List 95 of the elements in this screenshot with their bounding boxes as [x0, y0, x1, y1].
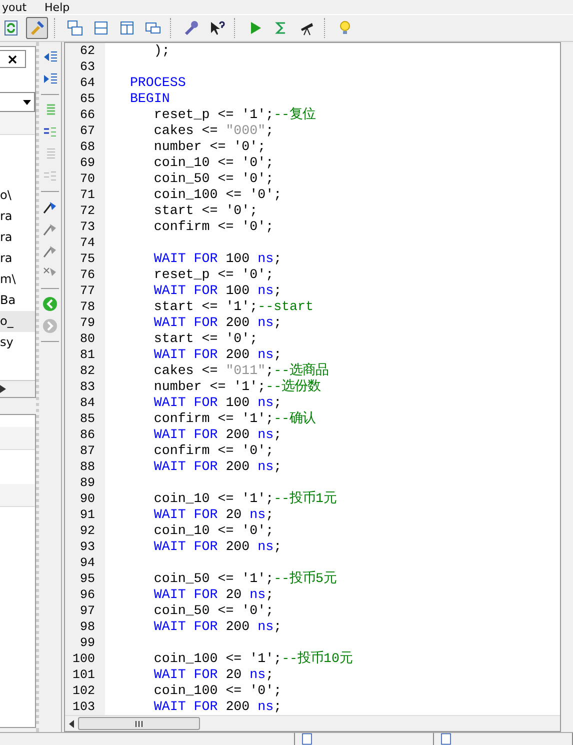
- line-number: 65: [65, 91, 105, 107]
- line-number: 90: [65, 491, 105, 507]
- scroll-right-icon[interactable]: [0, 385, 6, 393]
- list-item[interactable]: o_: [0, 311, 35, 332]
- line-number: 95: [65, 571, 105, 587]
- code-line: coin_100 <= '0';: [152, 683, 282, 699]
- grip-icon: [134, 720, 144, 726]
- code-line: WAIT FOR 20 ns;: [152, 667, 274, 683]
- line-number: 85: [65, 411, 105, 427]
- line-number: 88: [65, 459, 105, 475]
- hammer-icon[interactable]: [26, 17, 48, 39]
- code-line: coin_10 <= '0';: [152, 523, 274, 539]
- line-number: 62: [65, 43, 105, 59]
- code-editor[interactable]: [64, 42, 561, 732]
- line-number: 70: [65, 171, 105, 187]
- line-number: 81: [65, 347, 105, 363]
- code-line: coin_50 <= '1';--投币5元: [152, 571, 337, 587]
- code-line: coin_100 <= '1';--投币10元: [152, 651, 352, 667]
- code-line: start <= '0';: [152, 203, 258, 219]
- code-line: reset_p <= '1';--复位: [152, 107, 316, 123]
- code-line: WAIT FOR 200 ns;: [152, 699, 282, 715]
- line-number: 64: [65, 75, 105, 91]
- line-number: 63: [65, 59, 105, 75]
- line-number: 82: [65, 363, 105, 379]
- document-icon: [301, 733, 314, 745]
- line-number: 68: [65, 139, 105, 155]
- code-line: confirm <= '1';--确认: [152, 411, 316, 427]
- line-number: 75: [65, 251, 105, 267]
- line-number: 77: [65, 283, 105, 299]
- code-line: number <= '0';: [152, 139, 266, 155]
- code-line: cakes <= "011";--选商品: [152, 363, 329, 379]
- code-line: reset_p <= '0';: [152, 267, 274, 283]
- scroll-left-icon[interactable]: [69, 720, 74, 728]
- line-number: 79: [65, 315, 105, 331]
- line-number: 93: [65, 539, 105, 555]
- code-line: WAIT FOR 100 ns;: [152, 395, 282, 411]
- line-number: 74: [65, 235, 105, 251]
- code-line: confirm <= '0';: [152, 443, 274, 459]
- line-number: 103: [65, 699, 105, 715]
- code-line: coin_50 <= '0';: [152, 171, 274, 187]
- code-line: WAIT FOR 200 ns;: [152, 347, 282, 363]
- document-icon: [440, 733, 452, 745]
- code-line: WAIT FOR 20 ns;: [152, 507, 274, 523]
- back-arrow-icon[interactable]: [41, 295, 59, 313]
- line-number: 72: [65, 203, 105, 219]
- line-number: 92: [65, 523, 105, 539]
- line-number: 97: [65, 603, 105, 619]
- code-line: WAIT FOR 20 ns;: [152, 587, 274, 603]
- code-line: WAIT FOR 100 ns;: [152, 283, 282, 299]
- code-line: BEGIN: [128, 91, 170, 107]
- code-line: cakes <= "000";: [152, 123, 274, 139]
- line-number: 86: [65, 427, 105, 443]
- line-number: 78: [65, 299, 105, 315]
- line-number: 99: [65, 635, 105, 651]
- menu-item[interactable]: yout: [2, 0, 27, 14]
- line-number: 96: [65, 587, 105, 603]
- code-line: WAIT FOR 200 ns;: [152, 315, 282, 331]
- line-number: 87: [65, 443, 105, 459]
- line-number: 83: [65, 379, 105, 395]
- code-line: PROCESS: [128, 75, 186, 91]
- code-line: );: [152, 43, 170, 59]
- code-line: confirm <= '0';: [152, 219, 274, 235]
- code-line: coin_10 <= '1';--投币1元: [152, 491, 337, 507]
- code-line: coin_10 <= '0';: [152, 155, 274, 171]
- code-line: start <= '0';: [152, 331, 258, 347]
- code-line: start <= '1';--start: [152, 299, 314, 315]
- line-number: 76: [65, 267, 105, 283]
- caret-icon: [23, 100, 31, 104]
- line-number: 94: [65, 555, 105, 571]
- line-number: 101: [65, 667, 105, 683]
- code-line: number <= '1';--选份数: [152, 379, 321, 395]
- line-number: 89: [65, 475, 105, 491]
- code-line: coin_50 <= '0';: [152, 603, 274, 619]
- code-line: coin_100 <= '0';: [152, 187, 282, 203]
- line-number: 100: [65, 651, 105, 667]
- scrollbar-thumb[interactable]: [78, 717, 200, 730]
- line-number: 84: [65, 395, 105, 411]
- code-line: WAIT FOR 200 ns;: [152, 459, 282, 475]
- line-number: 73: [65, 219, 105, 235]
- code-line: WAIT FOR 200 ns;: [152, 427, 282, 443]
- menu-item[interactable]: Help: [44, 0, 70, 14]
- line-number: 102: [65, 683, 105, 699]
- close-button[interactable]: [0, 50, 26, 68]
- line-number: 91: [65, 507, 105, 523]
- line-number: 98: [65, 619, 105, 635]
- dropdown[interactable]: [0, 92, 35, 112]
- line-number: 80: [65, 331, 105, 347]
- line-number: 71: [65, 187, 105, 203]
- line-number: 69: [65, 155, 105, 171]
- close-icon: [8, 54, 17, 64]
- code-line: WAIT FOR 200 ns;: [152, 619, 282, 635]
- line-number: 66: [65, 107, 105, 123]
- code-line: WAIT FOR 100 ns;: [152, 251, 282, 267]
- code-line: WAIT FOR 200 ns;: [152, 539, 282, 555]
- line-number: 67: [65, 123, 105, 139]
